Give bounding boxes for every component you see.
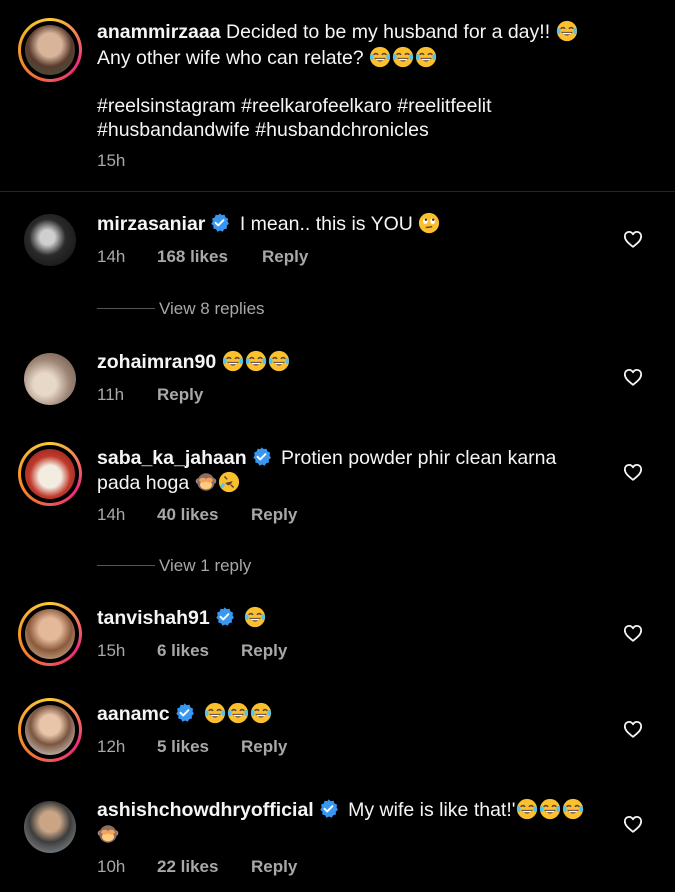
avatar[interactable]: [24, 353, 76, 405]
verified-badge-icon: [174, 702, 195, 723]
likes-count[interactable]: 6 likes: [157, 641, 209, 661]
reply-button[interactable]: Reply: [241, 737, 287, 757]
eye-roll-emoji-icon: [418, 212, 440, 234]
caption-line-2: Any other wife who can relate?: [97, 45, 438, 71]
likes-count[interactable]: 22 likes: [157, 857, 218, 877]
comment-username[interactable]: saba_ka_jahaan: [97, 447, 247, 469]
joy-emoji-icon: [516, 798, 538, 820]
caption-text-2: Any other wife who can relate?: [97, 47, 364, 69]
joy-emoji-icon: [222, 350, 244, 372]
rofl-emoji-icon: [218, 471, 240, 493]
likes-count[interactable]: 168 likes: [157, 247, 228, 267]
comment-time: 15h: [97, 641, 126, 660]
joy-emoji-icon: [539, 798, 561, 820]
avatar: [25, 609, 75, 659]
comment-body: My wife is like that!': [348, 799, 516, 821]
avatar: [25, 25, 75, 75]
joy-emoji-icon: [204, 702, 226, 724]
comment-username[interactable]: ashishchowdhryofficial: [97, 799, 314, 821]
likes-count-label: 5 likes: [157, 737, 209, 756]
avatar: [25, 705, 75, 755]
likes-count-label: 6 likes: [157, 641, 209, 660]
comment-text: zohaimran90: [97, 349, 291, 375]
verified-badge-icon: [251, 446, 272, 467]
joy-emoji-icon: [250, 702, 272, 724]
joy-emoji-icon: [227, 702, 249, 724]
comment-username[interactable]: aanamc: [97, 703, 170, 725]
joy-emoji-icon: [415, 46, 437, 68]
comment-text-line-2: pada hoga: [97, 470, 241, 496]
joy-emoji-icon: [392, 46, 414, 68]
reply-label: Reply: [241, 737, 288, 756]
caption-avatar-ring[interactable]: [18, 18, 82, 82]
like-heart-icon[interactable]: [623, 368, 643, 386]
caption-username[interactable]: anammirzaaa: [97, 21, 221, 43]
comment-time: 14h: [97, 247, 126, 266]
verified-badge-icon: [209, 212, 230, 233]
joy-emoji-icon: [245, 350, 267, 372]
comment-username[interactable]: zohaimran90: [97, 351, 216, 373]
comment-text: mirzasaniar I mean.. this is YOU: [97, 211, 441, 237]
reply-button[interactable]: Reply: [241, 641, 287, 661]
comment-username[interactable]: mirzasaniar: [97, 213, 205, 235]
like-heart-icon[interactable]: [623, 463, 643, 481]
likes-count-label: 22 likes: [157, 857, 219, 876]
caption-text-1: Decided to be my husband for a day!!: [226, 21, 551, 43]
avatar[interactable]: [24, 214, 76, 266]
view-replies-button[interactable]: View 8 replies: [159, 299, 265, 319]
likes-count-label: 168 likes: [157, 247, 228, 266]
comment-body: I mean.. this is YOU: [239, 213, 413, 235]
reply-button[interactable]: Reply: [157, 385, 203, 405]
reply-button[interactable]: Reply: [262, 247, 308, 267]
comment-time: 14h: [97, 505, 126, 524]
comment-text: saba_ka_jahaan Protien powder phir clean…: [97, 445, 556, 471]
view-replies-button[interactable]: View 1 reply: [159, 556, 251, 576]
reply-label: Reply: [157, 385, 204, 404]
comment-text: aanamc: [97, 701, 273, 727]
joy-emoji-icon: [562, 798, 584, 820]
thread-line: [97, 308, 155, 309]
avatar: [25, 449, 75, 499]
caption-timestamp: 15h: [97, 151, 126, 170]
verified-badge-icon: [214, 606, 235, 627]
caption-hashtags-1[interactable]: #reelsinstagram #reelkarofeelkaro #reeli…: [97, 93, 492, 119]
reply-label: Reply: [262, 247, 309, 266]
comment-time: 12h: [97, 737, 126, 756]
comment-body-2: pada hoga: [97, 472, 190, 494]
reply-label: Reply: [251, 857, 298, 876]
divider: [0, 191, 675, 192]
reply-label: Reply: [251, 505, 298, 524]
comment-time: 10h: [97, 857, 126, 876]
comment-username[interactable]: tanvishah91: [97, 607, 210, 629]
comment-text: tanvishah91: [97, 605, 267, 631]
avatar[interactable]: [24, 801, 76, 853]
comment-body: Protien powder phir clean karna: [281, 447, 557, 469]
story-ring[interactable]: [18, 698, 82, 762]
comment-text-line-2: [97, 822, 120, 848]
joy-emoji-icon: [244, 606, 266, 628]
comment-text: ashishchowdhryofficial My wife is like t…: [97, 797, 585, 823]
comment-time: 11h: [97, 385, 125, 404]
joy-emoji-icon: [556, 20, 578, 42]
caption-hashtags-2[interactable]: #husbandandwife #husbandchronicles: [97, 117, 429, 143]
caption-line-1: anammirzaaa Decided to be my husband for…: [97, 19, 579, 45]
like-heart-icon[interactable]: [623, 230, 643, 248]
story-ring[interactable]: [18, 602, 82, 666]
see-no-evil-monkey-emoji-icon: [97, 823, 119, 845]
verified-badge-icon: [318, 798, 339, 819]
like-heart-icon[interactable]: [623, 624, 643, 642]
see-no-evil-monkey-emoji-icon: [195, 471, 217, 493]
likes-count-label: 40 likes: [157, 505, 219, 524]
likes-count[interactable]: 5 likes: [157, 737, 209, 757]
joy-emoji-icon: [369, 46, 391, 68]
story-ring[interactable]: [18, 442, 82, 506]
like-heart-icon[interactable]: [623, 815, 643, 833]
reply-button[interactable]: Reply: [251, 505, 297, 525]
thread-line: [97, 565, 155, 566]
like-heart-icon[interactable]: [623, 720, 643, 738]
reply-label: Reply: [241, 641, 288, 660]
reply-button[interactable]: Reply: [251, 857, 297, 877]
joy-emoji-icon: [268, 350, 290, 372]
likes-count[interactable]: 40 likes: [157, 505, 218, 525]
